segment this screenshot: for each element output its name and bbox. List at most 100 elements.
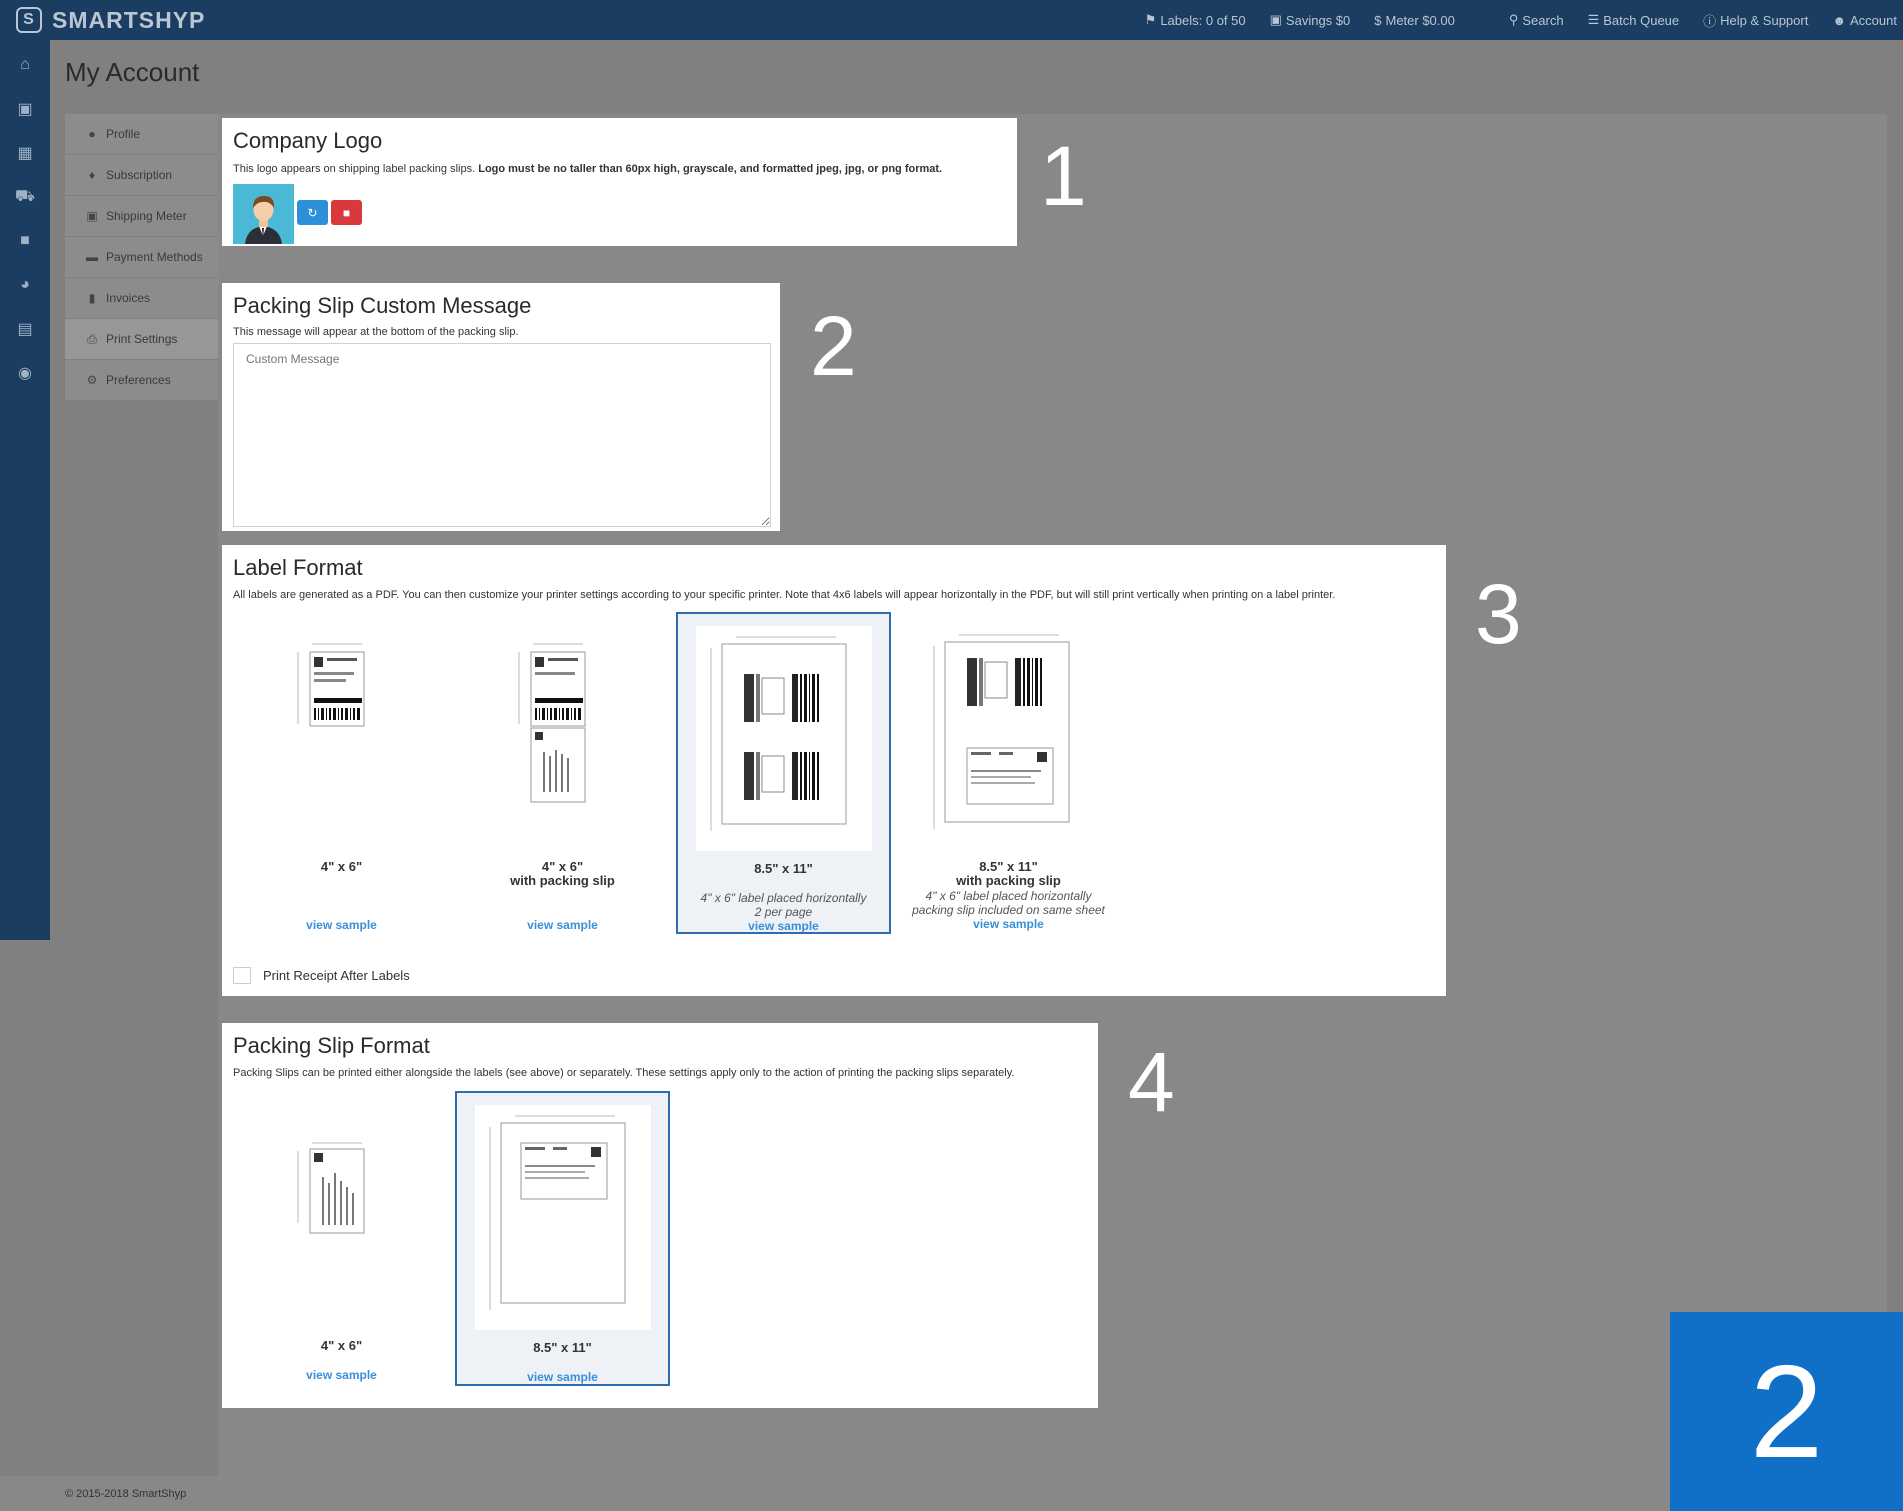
label-format-desc: All labels are generated as a PDF. You c… <box>233 589 1336 601</box>
packing-slip-4x6-preview-icon <box>297 1142 365 1234</box>
view-sample-link[interactable]: view sample <box>457 1370 668 1384</box>
help-support-link[interactable]: ⓘ Help & Support <box>1703 11 1808 30</box>
view-sample-link[interactable]: view sample <box>234 1368 449 1382</box>
search-text: Search <box>1522 12 1564 28</box>
file-icon: ▮ <box>88 291 96 305</box>
tag-icon: ⚑ <box>1144 12 1157 27</box>
subnav-item-profile[interactable]: ● Profile <box>65 114 218 155</box>
step-number-4: 4 <box>1128 1035 1175 1129</box>
label-format-option-4x6-packing-slip[interactable]: 4" x 6" with packing slip view sample <box>455 612 670 934</box>
label-thumbnail <box>696 626 872 851</box>
money-icon: ▣ <box>1269 12 1282 27</box>
ticket-icon: ♦ <box>88 168 96 182</box>
label-format-panel: Label Format All labels are generated as… <box>222 545 1446 996</box>
packing-slip-thumbnail <box>475 1105 651 1330</box>
trash-icon: ■ <box>342 205 351 220</box>
option-note-1: 4" x 6" label placed horizontally <box>700 891 867 905</box>
basket-icon[interactable]: ▣ <box>0 87 50 131</box>
print-receipt-checkbox[interactable] <box>233 967 251 984</box>
subnav-label: Invoices <box>106 291 151 305</box>
view-sample-link[interactable]: view sample <box>678 919 889 933</box>
step-number-1: 1 <box>1040 129 1087 223</box>
smartshyp-logo-icon: S <box>16 7 42 33</box>
company-logo-panel: Company Logo This logo appears on shippi… <box>222 118 1017 246</box>
label-format-option-8.5x11[interactable]: 8.5" x 11" 4" x 6" label placed horizont… <box>676 612 891 934</box>
label-thumbnail <box>919 624 1095 849</box>
view-sample-link[interactable]: view sample <box>901 917 1116 931</box>
subnav-item-shipping-meter[interactable]: ▣ Shipping Meter <box>65 196 218 237</box>
brand-logo[interactable]: S SMARTSHYP <box>16 7 205 34</box>
company-logo-desc-bold: Logo must be no taller than 60px high, g… <box>478 163 943 175</box>
step-number-2: 2 <box>810 299 857 393</box>
refresh-icon: ↻ <box>307 205 318 220</box>
cogs-icon: ⚙ <box>86 373 98 387</box>
delete-logo-button[interactable]: ■ <box>331 200 362 225</box>
brand-name: SMARTSHYP <box>52 6 206 33</box>
truck-icon[interactable]: ⛟ <box>0 175 50 219</box>
help-text: Help & Support <box>1720 12 1809 28</box>
subnav-label: Preferences <box>106 373 171 387</box>
view-sample-link[interactable]: view sample <box>234 918 449 932</box>
labels-counter-text: Labels: 0 of 50 <box>1160 12 1246 28</box>
account-text: Account <box>1850 12 1897 28</box>
user-circle-icon: ☻ <box>1832 12 1847 28</box>
subnav-item-payment-methods[interactable]: ▬ Payment Methods <box>65 237 218 278</box>
label-letter-packing-preview-icon <box>933 634 1070 829</box>
subnav-label: Shipping Meter <box>106 209 187 223</box>
meter-text: Meter $0.00 <box>1385 12 1455 28</box>
packing-slip-option-4x6[interactable]: 4" x 6" view sample <box>234 1091 449 1386</box>
batch-queue-link[interactable]: ☰ Batch Queue <box>1588 12 1680 28</box>
view-sample-link[interactable]: view sample <box>455 918 670 932</box>
page-title: My Account <box>65 57 200 87</box>
meter-counter[interactable]: $ Meter $0.00 <box>1374 13 1455 28</box>
packing-slip-format-desc: Packing Slips can be printed either alon… <box>233 1067 1015 1079</box>
search-icon: ⚲ <box>1508 12 1519 27</box>
option-note-1: 4" x 6" label placed horizontally <box>925 889 1092 903</box>
copyright-text: © 2015-2018 SmartShyp <box>65 1488 187 1500</box>
label-format-title: Label Format <box>233 555 363 580</box>
label-format-option-8.5x11-packing-slip[interactable]: 8.5" x 11" with packing slip 4" x 6" labe… <box>901 612 1116 934</box>
subnav-item-preferences[interactable]: ⚙ Preferences <box>65 360 218 401</box>
company-logo-desc: This logo appears on shipping label pack… <box>233 163 1017 175</box>
refresh-logo-button[interactable]: ↻ <box>297 200 328 225</box>
custom-message-textarea[interactable] <box>233 343 771 527</box>
user-icon: ● <box>88 127 96 141</box>
option-note-2: 2 per page <box>754 905 813 919</box>
subnav-label: Print Settings <box>106 332 178 346</box>
label-thumbnail <box>252 624 428 849</box>
dollar-icon: $ <box>1374 12 1382 28</box>
cart-icon[interactable]: ▤ <box>0 307 50 351</box>
subnav-label: Payment Methods <box>106 250 203 264</box>
option-title: 8.5" x 11" with packing slip <box>901 860 1116 888</box>
label-thumbnail <box>473 624 649 849</box>
address-book-icon[interactable]: ■ <box>0 219 50 263</box>
label-4x6-packing-preview-icon <box>518 643 586 803</box>
list-icon: ☰ <box>1587 12 1600 27</box>
packing-slip-format-options: 4" x 6" view sample 8.5" x 11" view samp… <box>234 1091 670 1386</box>
option-title: 4" x 6" <box>320 859 363 874</box>
label-format-options: 4" x 6" view sample 4" x 6" with packing… <box>234 612 1116 934</box>
packing-slip-format-title: Packing Slip Format <box>233 1033 430 1058</box>
search-link[interactable]: ⚲ Search <box>1509 12 1564 28</box>
subnav-item-invoices[interactable]: ▮ Invoices <box>65 278 218 319</box>
labels-counter[interactable]: ⚑ Labels: 0 of 50 <box>1145 12 1246 28</box>
calendar-icon[interactable]: ▦ <box>0 131 50 175</box>
subnav-item-subscription[interactable]: ♦ Subscription <box>65 155 218 196</box>
subnav-item-print-settings[interactable]: ⎙ Print Settings <box>65 319 218 360</box>
packing-slip-option-8.5x11[interactable]: 8.5" x 11" view sample <box>455 1091 670 1386</box>
print-receipt-label: Print Receipt After Labels <box>263 968 410 983</box>
label-4x6-preview-icon <box>297 643 365 727</box>
packing-slip-letter-preview-icon <box>489 1115 626 1310</box>
pie-chart-icon[interactable]: ◕ <box>0 263 50 307</box>
option-title: 8.5" x 11" <box>533 1340 592 1355</box>
label-format-option-4x6[interactable]: 4" x 6" view sample <box>234 612 449 934</box>
lock-icon[interactable]: ◉ <box>0 351 50 395</box>
savings-counter[interactable]: ▣ Savings $0 <box>1270 12 1351 28</box>
label-letter-preview-icon <box>710 636 847 831</box>
option-title: 4" x 6" <box>320 1338 363 1353</box>
account-link[interactable]: ☻ Account <box>1832 13 1897 28</box>
company-logo-image <box>233 184 294 244</box>
option-subtitle: with packing slip <box>510 873 615 888</box>
option-title: 4" x 6" with packing slip <box>455 860 670 888</box>
home-icon[interactable]: ⌂ <box>0 43 50 87</box>
